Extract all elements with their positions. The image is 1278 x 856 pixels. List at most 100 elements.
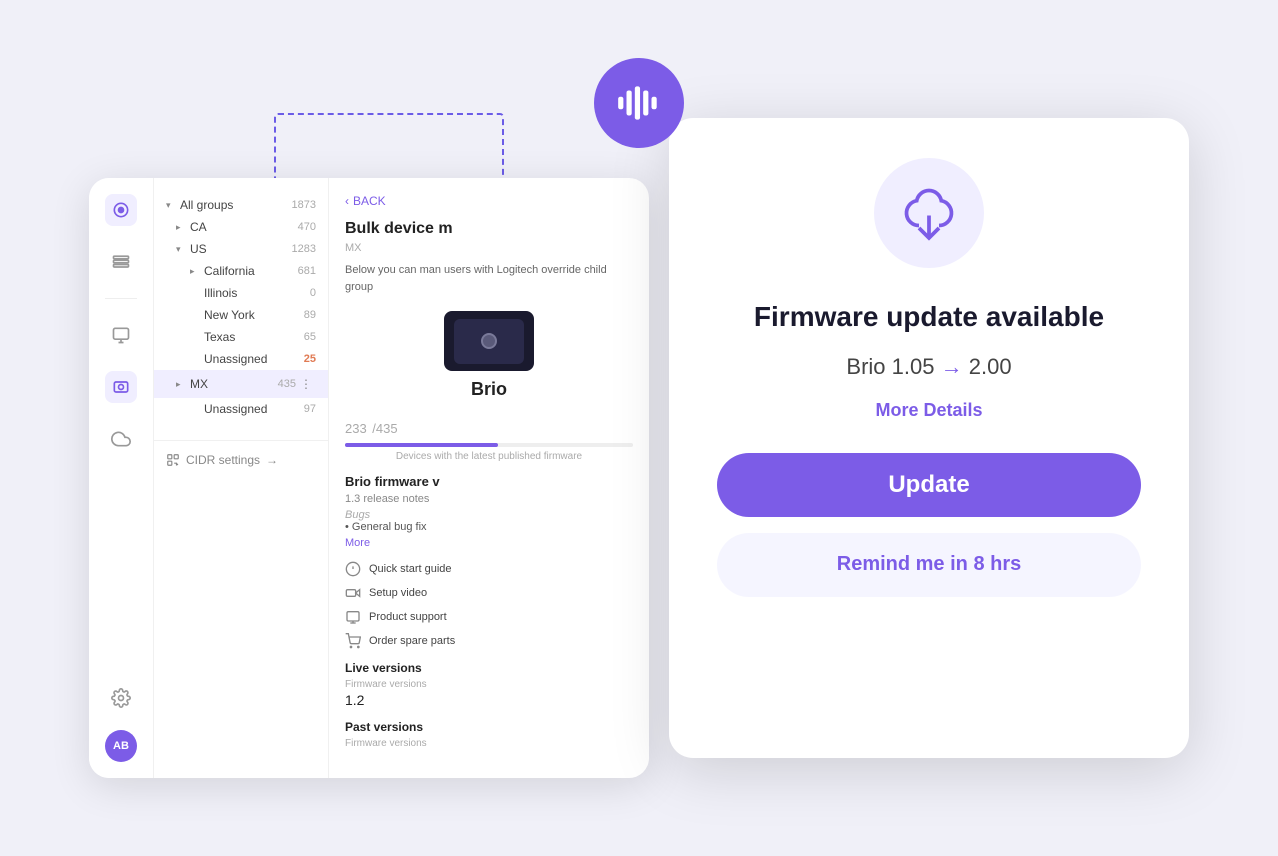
firmware-title: Brio firmware v	[345, 474, 633, 489]
voice-assistant-circle[interactable]	[594, 58, 684, 148]
sidebar: AB	[89, 178, 154, 778]
group-item-us[interactable]: ▾ US 1283	[154, 238, 328, 260]
sidebar-icon-monitor[interactable]	[105, 319, 137, 351]
progress-label: Devices with the latest published firmwa…	[345, 451, 633, 462]
group-item-ca[interactable]: ▸ CA 470	[154, 216, 328, 238]
groups-panel: ▾ All groups 1873 ▸ CA 470 ▾ US 1283 ▸ C…	[154, 178, 329, 778]
cidr-icon	[166, 453, 180, 467]
toggle-icon	[190, 354, 200, 364]
group-item-mx[interactable]: ▸ MX 435 ⋮	[154, 370, 328, 398]
sidebar-icon-layers[interactable]	[105, 246, 137, 278]
link-product-support[interactable]: Product support	[345, 609, 633, 625]
live-versions-label: Live versions	[345, 661, 633, 675]
toggle-icon: ▸	[176, 222, 186, 232]
group-name: New York	[204, 308, 304, 322]
firmware-version-display: Brio 1.05 → 2.00	[846, 354, 1011, 380]
group-item-unassigned-us[interactable]: Unassigned 25	[154, 348, 328, 370]
bugs-label: Bugs	[345, 509, 633, 521]
video-icon	[345, 585, 361, 601]
group-item-unassigned-mx[interactable]: Unassigned 97	[154, 398, 328, 420]
group-name: All groups	[180, 198, 292, 212]
toggle-icon: ▸	[190, 266, 200, 276]
group-count: 470	[298, 221, 316, 233]
remind-button[interactable]: Remind me in 8 hrs	[717, 533, 1141, 597]
version-arrow: →	[941, 354, 963, 379]
past-versions-section: Past versions Firmware versions	[345, 720, 633, 749]
bulk-desc: Below you can man users with Logitech ov…	[345, 262, 633, 295]
toggle-icon: ▸	[176, 379, 186, 389]
group-item-illinois[interactable]: Illinois 0	[154, 282, 328, 304]
group-name: CA	[190, 220, 298, 234]
group-count: 0	[310, 287, 316, 299]
more-link[interactable]: More	[345, 537, 633, 549]
progress-bar-bg	[345, 443, 633, 447]
group-name: Texas	[204, 330, 304, 344]
avatar[interactable]: AB	[105, 730, 137, 762]
device-image-container: Brio	[345, 311, 633, 400]
bulk-subtitle: MX	[345, 242, 633, 254]
group-name: Illinois	[204, 286, 310, 300]
group-count: 25	[304, 353, 316, 365]
toggle-icon	[190, 288, 200, 298]
sidebar-icon-settings[interactable]	[105, 682, 137, 714]
live-versions-section: Live versions Firmware versions 1.2	[345, 661, 633, 708]
toggle-icon	[190, 310, 200, 320]
bullet: •	[345, 521, 352, 533]
firmware-modal: Firmware update available Brio 1.05 → 2.…	[669, 118, 1189, 758]
sidebar-bottom: AB	[105, 682, 137, 762]
progress-bar-fill	[345, 443, 498, 447]
progress-section: 233 /435 Devices with the latest publish…	[345, 416, 633, 462]
release-notes-label: 1.3 release notes	[345, 493, 633, 505]
toggle-icon	[190, 332, 200, 342]
cidr-label: CIDR settings	[186, 453, 260, 467]
sidebar-icon-home[interactable]	[105, 194, 137, 226]
toggle-icon: ▾	[166, 200, 176, 210]
link-spare-parts[interactable]: Order spare parts	[345, 633, 633, 649]
group-name: US	[190, 242, 292, 256]
guide-icon	[345, 561, 361, 577]
waveform-icon	[614, 78, 664, 128]
group-item-texas[interactable]: Texas 65	[154, 326, 328, 348]
cidr-settings[interactable]: CIDR settings →	[154, 440, 328, 479]
back-button[interactable]: ‹ BACK	[345, 194, 633, 208]
past-fw-label: Firmware versions	[345, 738, 633, 749]
fw-version-value: 1.2	[345, 692, 633, 708]
device-body	[454, 319, 524, 364]
more-details-link[interactable]: More Details	[875, 400, 982, 421]
cart-icon	[345, 633, 361, 649]
bulk-title: Bulk device m	[345, 220, 633, 238]
download-cloud-icon	[899, 183, 959, 243]
bug-item: • General bug fix	[345, 521, 633, 533]
group-item-newyork[interactable]: New York 89	[154, 304, 328, 326]
cidr-arrow: →	[266, 453, 278, 467]
sidebar-icon-device[interactable]	[105, 371, 137, 403]
more-options-button[interactable]: ⋮	[296, 374, 316, 394]
firmware-icon-circle	[874, 158, 984, 268]
links-section: Quick start guide Setup video Product su…	[345, 561, 633, 649]
toggle-icon	[190, 404, 200, 414]
group-name: MX	[190, 377, 278, 391]
group-count: 89	[304, 309, 316, 321]
camera-lens	[481, 333, 497, 349]
device-name: Brio	[471, 379, 507, 400]
firmware-section: Brio firmware v 1.3 release notes Bugs •…	[345, 474, 633, 549]
group-item-all[interactable]: ▾ All groups 1873	[154, 194, 328, 216]
update-button[interactable]: Update	[717, 453, 1141, 517]
sidebar-icon-cloud[interactable]	[105, 423, 137, 455]
group-count: 1283	[292, 243, 316, 255]
firmware-update-title: Firmware update available	[754, 300, 1104, 334]
group-name: Unassigned	[204, 402, 304, 416]
group-item-california[interactable]: ▸ California 681	[154, 260, 328, 282]
back-label: BACK	[353, 194, 386, 208]
group-count: 97	[304, 403, 316, 415]
app-window: AB ▾ All groups 1873 ▸ CA 470 ▾ US 1283	[89, 178, 649, 778]
link-setup-video[interactable]: Setup video	[345, 585, 633, 601]
group-count: 435	[278, 378, 296, 390]
link-quickstart[interactable]: Quick start guide	[345, 561, 633, 577]
sidebar-divider	[105, 298, 137, 299]
group-name: Unassigned	[204, 352, 304, 366]
support-icon	[345, 609, 361, 625]
back-arrow: ‹	[345, 194, 349, 208]
device-image	[444, 311, 534, 371]
device-panel: ‹ BACK Bulk device m MX Below you can ma…	[329, 178, 649, 778]
